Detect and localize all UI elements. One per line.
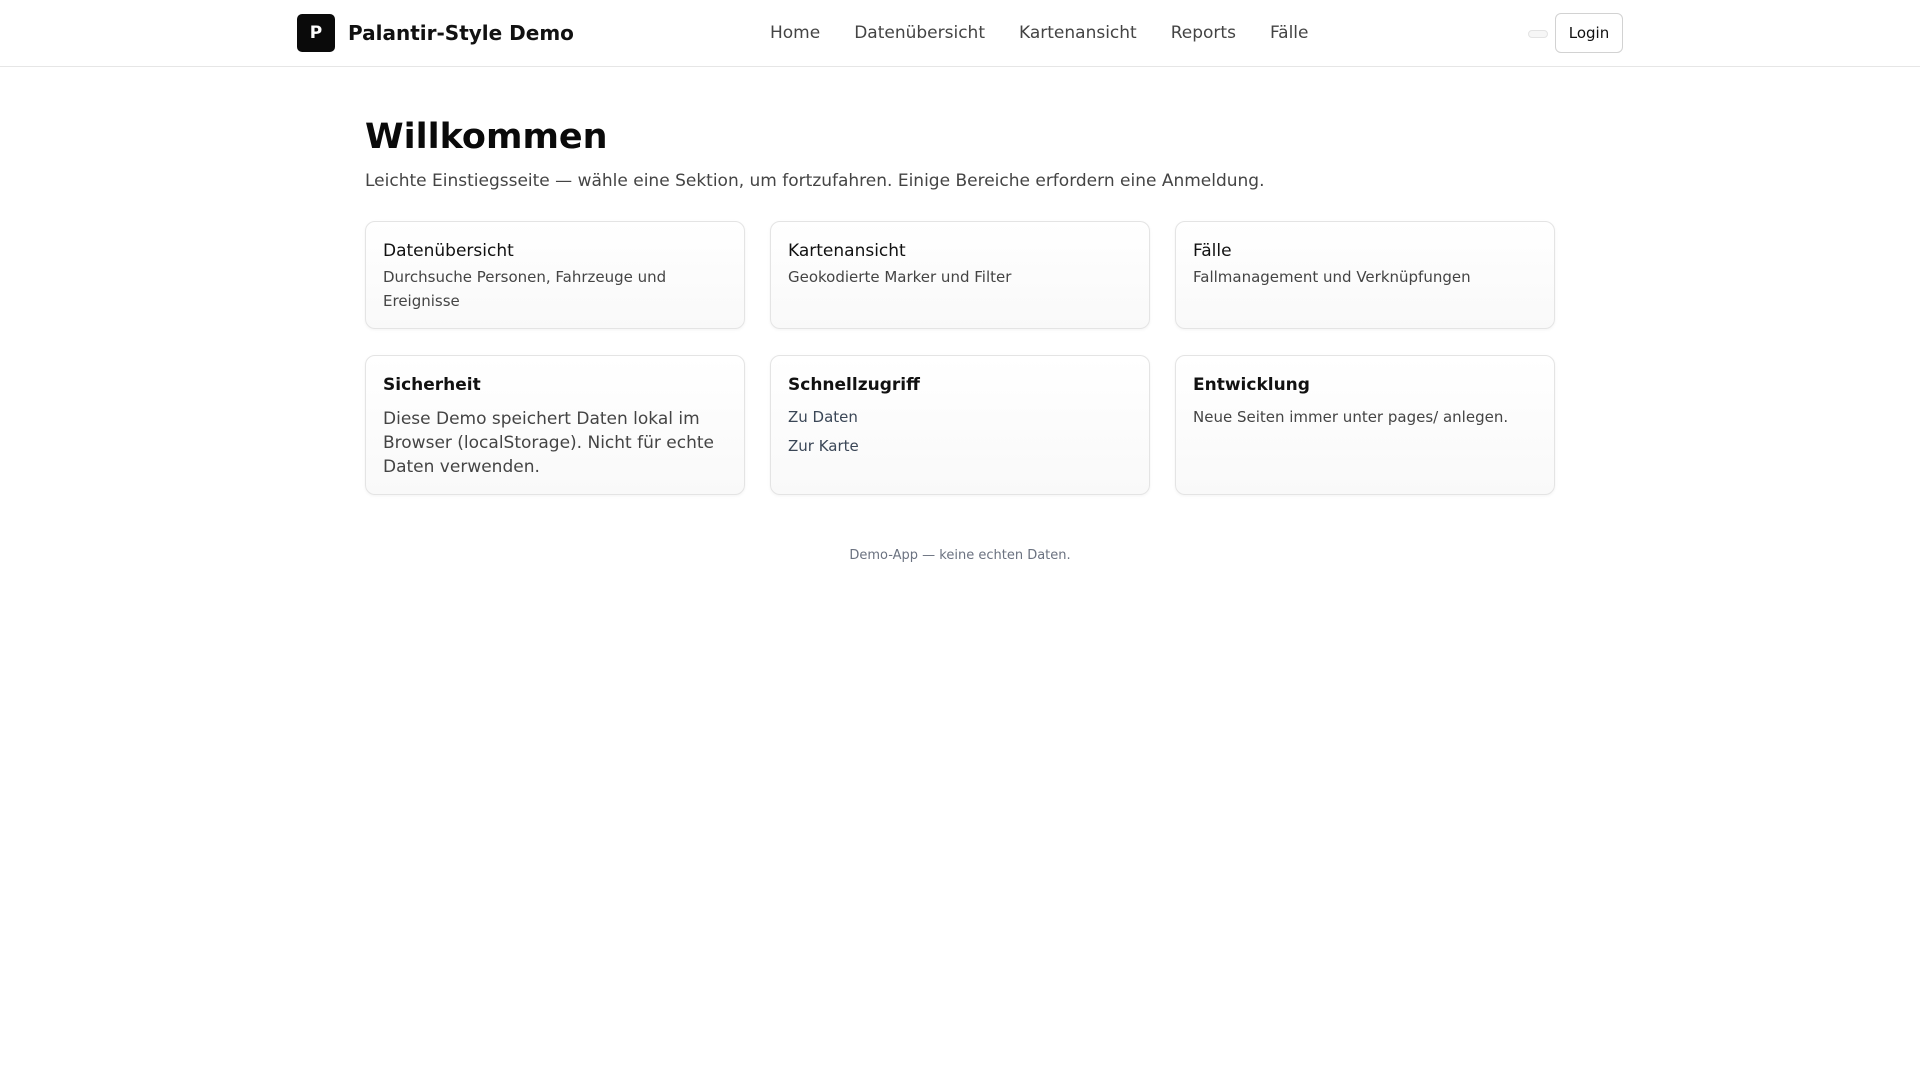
security-notice: Diese Demo speichert Daten lokal im Brow… (383, 409, 714, 477)
app-logo: P (297, 14, 335, 52)
nav-link-datenuebersicht[interactable]: Datenübersicht (854, 23, 985, 43)
card-title: Fälle (1193, 241, 1232, 261)
card-title: Sicherheit (383, 375, 481, 395)
card-description: Durchsuche Personen, Fahrzeuge und Ereig… (383, 268, 667, 310)
card-description: Fallmanagement und Verknüpfungen (1193, 268, 1471, 286)
section-grid: Datenübersicht Durchsuche Personen, Fahr… (365, 221, 1555, 495)
login-button[interactable]: Login (1555, 13, 1623, 53)
top-navigation-bar: P Palantir-Style Demo Home Datenübersich… (0, 0, 1920, 67)
card-faelle[interactable]: Fälle Fallmanagement und Verknüpfungen (1175, 221, 1555, 329)
card-title: Datenübersicht (383, 241, 514, 261)
nav-link-home[interactable]: Home (770, 23, 820, 43)
page-title: Willkommen (365, 117, 608, 157)
card-description: Geokodierte Marker und Filter (788, 268, 1012, 286)
quick-link-zur-karte[interactable]: Zur Karte (788, 436, 1132, 456)
development-note: Neue Seiten immer unter pages/ anlegen. (1193, 408, 1509, 426)
card-kartenansicht[interactable]: Kartenansicht Geokodierte Marker und Fil… (770, 221, 1150, 329)
quick-links: Zu Daten Zur Karte (788, 407, 1132, 456)
card-title: Entwicklung (1193, 375, 1310, 395)
nav-link-kartenansicht[interactable]: Kartenansicht (1019, 23, 1137, 43)
app-name: Palantir-Style Demo (348, 21, 574, 45)
card-datenuebersicht[interactable]: Datenübersicht Durchsuche Personen, Fahr… (365, 221, 745, 329)
card-schnellzugriff: Schnellzugriff Zu Daten Zur Karte (770, 355, 1150, 495)
brand[interactable]: P Palantir-Style Demo (297, 14, 574, 52)
card-title: Kartenansicht (788, 241, 906, 261)
card-entwicklung: Entwicklung Neue Seiten immer unter page… (1175, 355, 1555, 495)
theme-toggle[interactable] (1528, 30, 1548, 38)
main-nav: Home Datenübersicht Kartenansicht Report… (770, 20, 1308, 46)
card-title: Schnellzugriff (788, 375, 920, 395)
main-content: Willkommen Leichte Einstiegsseite — wähl… (365, 115, 1555, 495)
quick-link-zu-daten[interactable]: Zu Daten (788, 407, 1132, 427)
card-sicherheit: Sicherheit Diese Demo speichert Daten lo… (365, 355, 745, 495)
nav-link-reports[interactable]: Reports (1171, 23, 1236, 43)
nav-link-faelle[interactable]: Fälle (1270, 23, 1309, 43)
page-subtitle: Leichte Einstiegsseite — wähle eine Sekt… (365, 171, 1265, 191)
footer-text: Demo-App — keine echten Daten. (849, 548, 1071, 563)
